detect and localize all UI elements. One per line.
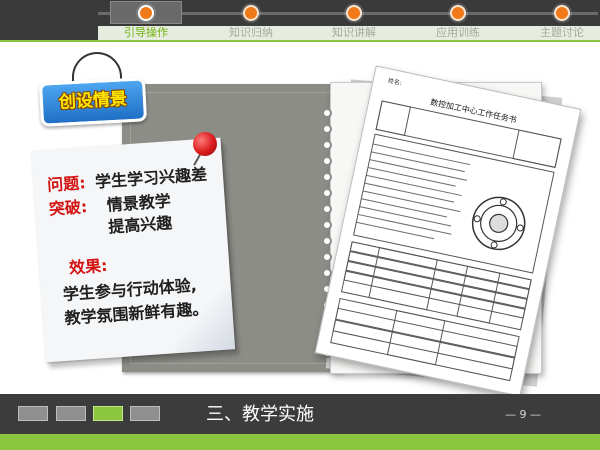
problem-text: 学生学习兴趣差: [94, 164, 208, 192]
nav-dot-icon[interactable]: [554, 5, 570, 21]
document-table-cell: [375, 100, 412, 136]
problem-label: 问题:: [46, 173, 87, 195]
binder-ring: [322, 220, 332, 230]
section-tab[interactable]: [130, 406, 160, 421]
page-number: — 9 —: [505, 408, 541, 421]
breakthrough-line-2: 提高兴趣: [107, 213, 173, 237]
machined-part-drawing: [471, 196, 526, 251]
binder-ring: [322, 252, 332, 262]
header-accent-line: [0, 40, 600, 42]
nav-item-application-training[interactable]: 应用训练: [418, 26, 498, 40]
nav-item-topic-discussion[interactable]: 主题讨论: [522, 26, 600, 40]
binder-ring: [322, 172, 332, 182]
binder-ring: [322, 108, 332, 118]
binder-ring: [322, 204, 332, 214]
section-tab[interactable]: [18, 406, 48, 421]
nav-item-guided-operation[interactable]: 引导操作: [106, 26, 186, 40]
section-tab-active[interactable]: [93, 406, 123, 421]
effect-label: 效果:: [68, 255, 109, 278]
footer-accent-strip: [0, 434, 600, 450]
document-table-cell: [512, 129, 562, 168]
document-table-column: [368, 247, 438, 311]
sticky-note-card: 问题: 学生学习兴趣差 突破: 情景教学 提高兴趣 效果: 学生参与行动体验, …: [30, 137, 236, 363]
binder-ring: [322, 188, 332, 198]
document-author-label: 姓名:: [387, 77, 403, 88]
badge-title: 创设情景: [58, 89, 128, 113]
binder-ring: [322, 156, 332, 166]
section-title: 三、教学实施: [206, 404, 314, 425]
section-tab[interactable]: [56, 406, 86, 421]
binder-ring: [322, 140, 332, 150]
breakthrough-line-1: 情景教学: [106, 191, 172, 215]
nav-dot-icon[interactable]: [138, 5, 154, 21]
nav-item-knowledge-explanation[interactable]: 知识讲解: [314, 26, 394, 40]
pushpin-icon: [193, 132, 217, 156]
document-table-column: [386, 310, 446, 366]
breakthrough-label: 突破:: [48, 197, 88, 219]
binder-ring: [322, 236, 332, 246]
top-left-corner-block: [0, 0, 98, 40]
scenario-badge: 创设情景: [38, 77, 148, 127]
nav-item-knowledge-summary[interactable]: 知识归纳: [211, 26, 291, 40]
nav-dot-icon[interactable]: [450, 5, 466, 21]
binder-ring: [322, 124, 332, 134]
nav-dot-icon[interactable]: [243, 5, 259, 21]
nav-dot-icon[interactable]: [346, 5, 362, 21]
